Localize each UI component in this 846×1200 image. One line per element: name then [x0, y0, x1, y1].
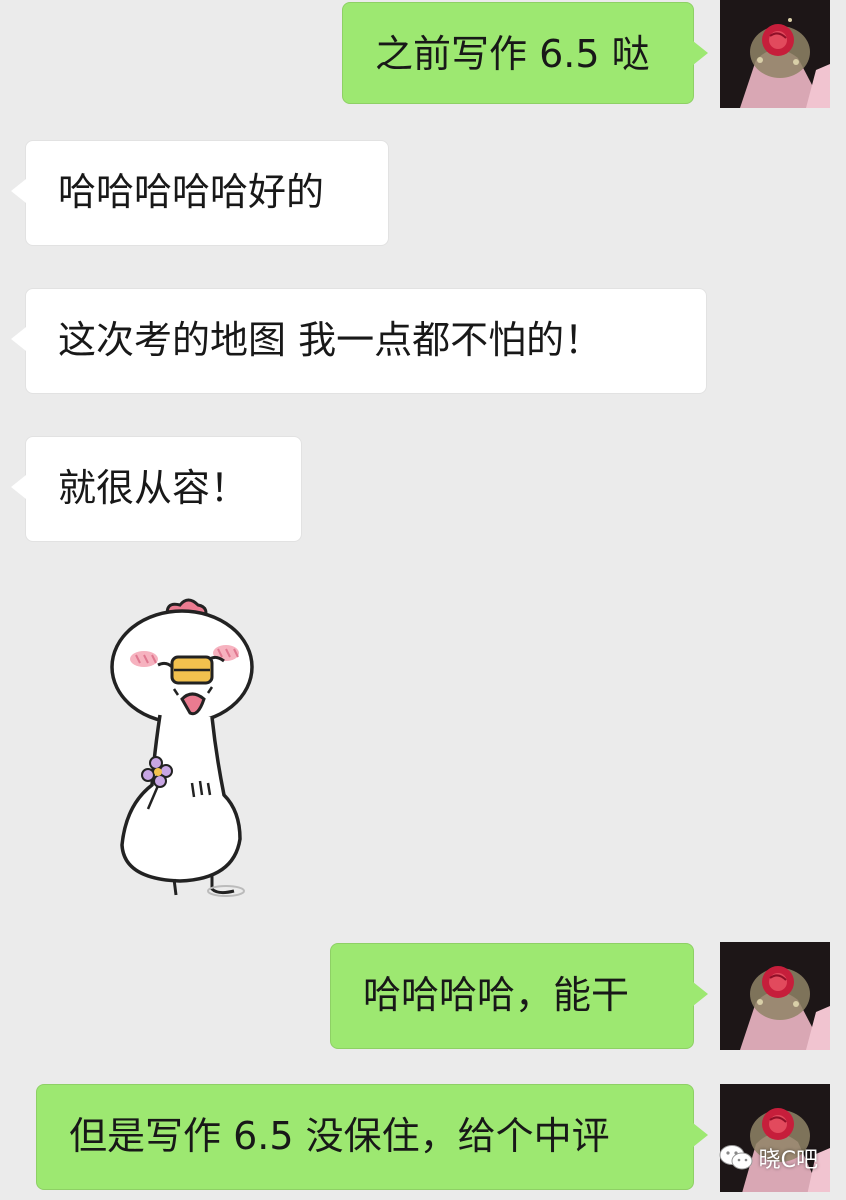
message-text: 之前写作 6.5 哒 — [375, 32, 650, 76]
wechat-icon — [719, 1145, 753, 1170]
avatar[interactable] — [720, 942, 830, 1050]
rose-bouquet-avatar-image — [720, 1084, 830, 1192]
message-text: 这次考的地图 我一点都不怕的！ — [58, 318, 603, 362]
message-bubble-outgoing[interactable]: 之前写作 6.5 哒 — [342, 2, 708, 104]
watermark: 晓C吧 — [719, 1142, 818, 1174]
rose-bouquet-avatar-image — [720, 0, 830, 108]
bubble-tail — [693, 41, 708, 65]
watermark-text: 晓C吧 — [758, 1148, 818, 1173]
message-bubble-incoming[interactable]: 这次考的地图 我一点都不怕的！ — [11, 288, 707, 394]
bubble-tail — [11, 475, 26, 499]
blushing-chick-icon — [110, 598, 254, 897]
bubble-tail — [693, 1123, 708, 1147]
chick-sticker[interactable] — [100, 595, 275, 905]
message-bubble-incoming[interactable]: 哈哈哈哈哈好的 — [11, 140, 389, 246]
message-text: 就很从容！ — [58, 466, 249, 510]
bubble-tail — [11, 179, 26, 203]
message-bubble-outgoing[interactable]: 哈哈哈哈，能干 — [330, 943, 708, 1049]
message-text: 但是写作 6.5 没保住，给个中评 — [69, 1114, 610, 1158]
message-text: 哈哈哈哈，能干 — [363, 973, 630, 1017]
avatar[interactable] — [720, 0, 830, 108]
message-bubble-incoming[interactable]: 就很从容！ — [11, 436, 302, 542]
avatar[interactable] — [720, 1084, 830, 1192]
bubble-tail — [693, 982, 708, 1006]
bubble-tail — [11, 327, 26, 351]
rose-bouquet-avatar-image — [720, 942, 830, 1050]
message-bubble-outgoing[interactable]: 但是写作 6.5 没保住，给个中评 — [36, 1084, 708, 1190]
message-text: 哈哈哈哈哈好的 — [58, 170, 325, 214]
